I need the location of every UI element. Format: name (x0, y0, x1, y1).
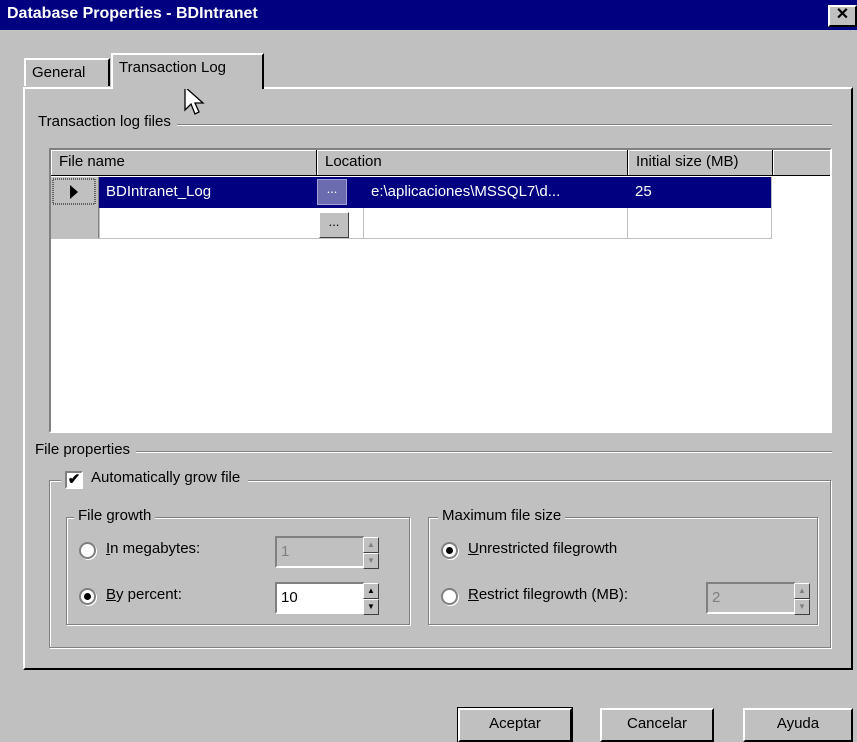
restrict-radio[interactable] (441, 588, 458, 605)
window-title: Database Properties - BDIntranet (7, 5, 258, 22)
unrestricted-label: Unrestricted filegrowth (468, 540, 618, 557)
spin-down-button[interactable]: ▼ (363, 599, 379, 615)
browse-location-button[interactable]: ... (319, 212, 349, 238)
spin-up-button[interactable]: ▲ (794, 583, 810, 599)
browse-location-button[interactable]: ... (317, 179, 347, 205)
spin-up-button[interactable]: ▲ (363, 537, 379, 553)
file-properties-label: File properties (35, 441, 137, 458)
grid-header-location[interactable]: Location (317, 150, 628, 176)
tab-general[interactable]: General (24, 58, 110, 86)
grid-header-empty (773, 150, 830, 176)
close-button[interactable]: ✕ (828, 5, 857, 27)
tab-transaction-log[interactable]: Transaction Log (111, 53, 264, 89)
by-percent-label: By percent: (106, 586, 182, 603)
initial-size-cell[interactable]: 25 (635, 183, 652, 200)
max-file-size-title: Maximum file size (438, 507, 566, 524)
help-button[interactable]: Ayuda (743, 708, 853, 742)
restrict-input[interactable]: 2 (706, 582, 796, 614)
transaction-log-files-label: Transaction log files (38, 113, 177, 130)
by-percent-input[interactable]: 10 (275, 582, 365, 614)
unrestricted-radio[interactable] (441, 542, 458, 559)
row-pointer-icon (52, 178, 96, 205)
ok-button[interactable]: Aceptar (457, 707, 573, 742)
cancel-button[interactable]: Cancelar (600, 708, 714, 742)
auto-grow-label: Automatically grow file (91, 469, 241, 486)
row-selector[interactable] (51, 177, 99, 208)
file-growth-title: File growth (74, 507, 156, 524)
in-megabytes-radio[interactable] (79, 542, 96, 559)
row-selector[interactable] (51, 208, 99, 239)
spin-up-button[interactable]: ▲ (363, 583, 379, 599)
table-row[interactable]: BDIntranet_Log ... e:\aplicaciones\MSSQL… (51, 177, 771, 208)
mouse-cursor-icon (184, 86, 205, 115)
check-icon: ✔ (67, 471, 81, 488)
close-icon: ✕ (835, 6, 850, 23)
auto-grow-row[interactable]: ✔ Automatically grow file (61, 468, 249, 492)
location-cell[interactable]: e:\aplicaciones\MSSQL7\d... (371, 183, 626, 200)
spin-down-button[interactable]: ▼ (363, 553, 379, 569)
grid-header-file-name[interactable]: File name (51, 150, 317, 176)
restrict-label: Restrict filegrowth (MB): (468, 586, 629, 603)
tab-transaction-log-label: Transaction Log (119, 59, 227, 76)
grid-header-initial-size[interactable]: Initial size (MB) (628, 150, 773, 176)
section-divider (44, 451, 832, 453)
file-name-cell[interactable]: BDIntranet_Log (106, 183, 211, 200)
by-percent-radio[interactable] (79, 588, 96, 605)
in-megabytes-input[interactable]: 1 (275, 536, 365, 568)
log-files-grid[interactable]: File name Location Initial size (MB) BDI… (49, 148, 832, 433)
title-bar: Database Properties - BDIntranet ✕ (0, 0, 857, 30)
auto-grow-checkbox[interactable]: ✔ (65, 471, 83, 489)
tab-general-label: General (32, 64, 86, 81)
in-megabytes-label: In megabytes: (106, 540, 201, 557)
spin-down-button[interactable]: ▼ (794, 599, 810, 615)
